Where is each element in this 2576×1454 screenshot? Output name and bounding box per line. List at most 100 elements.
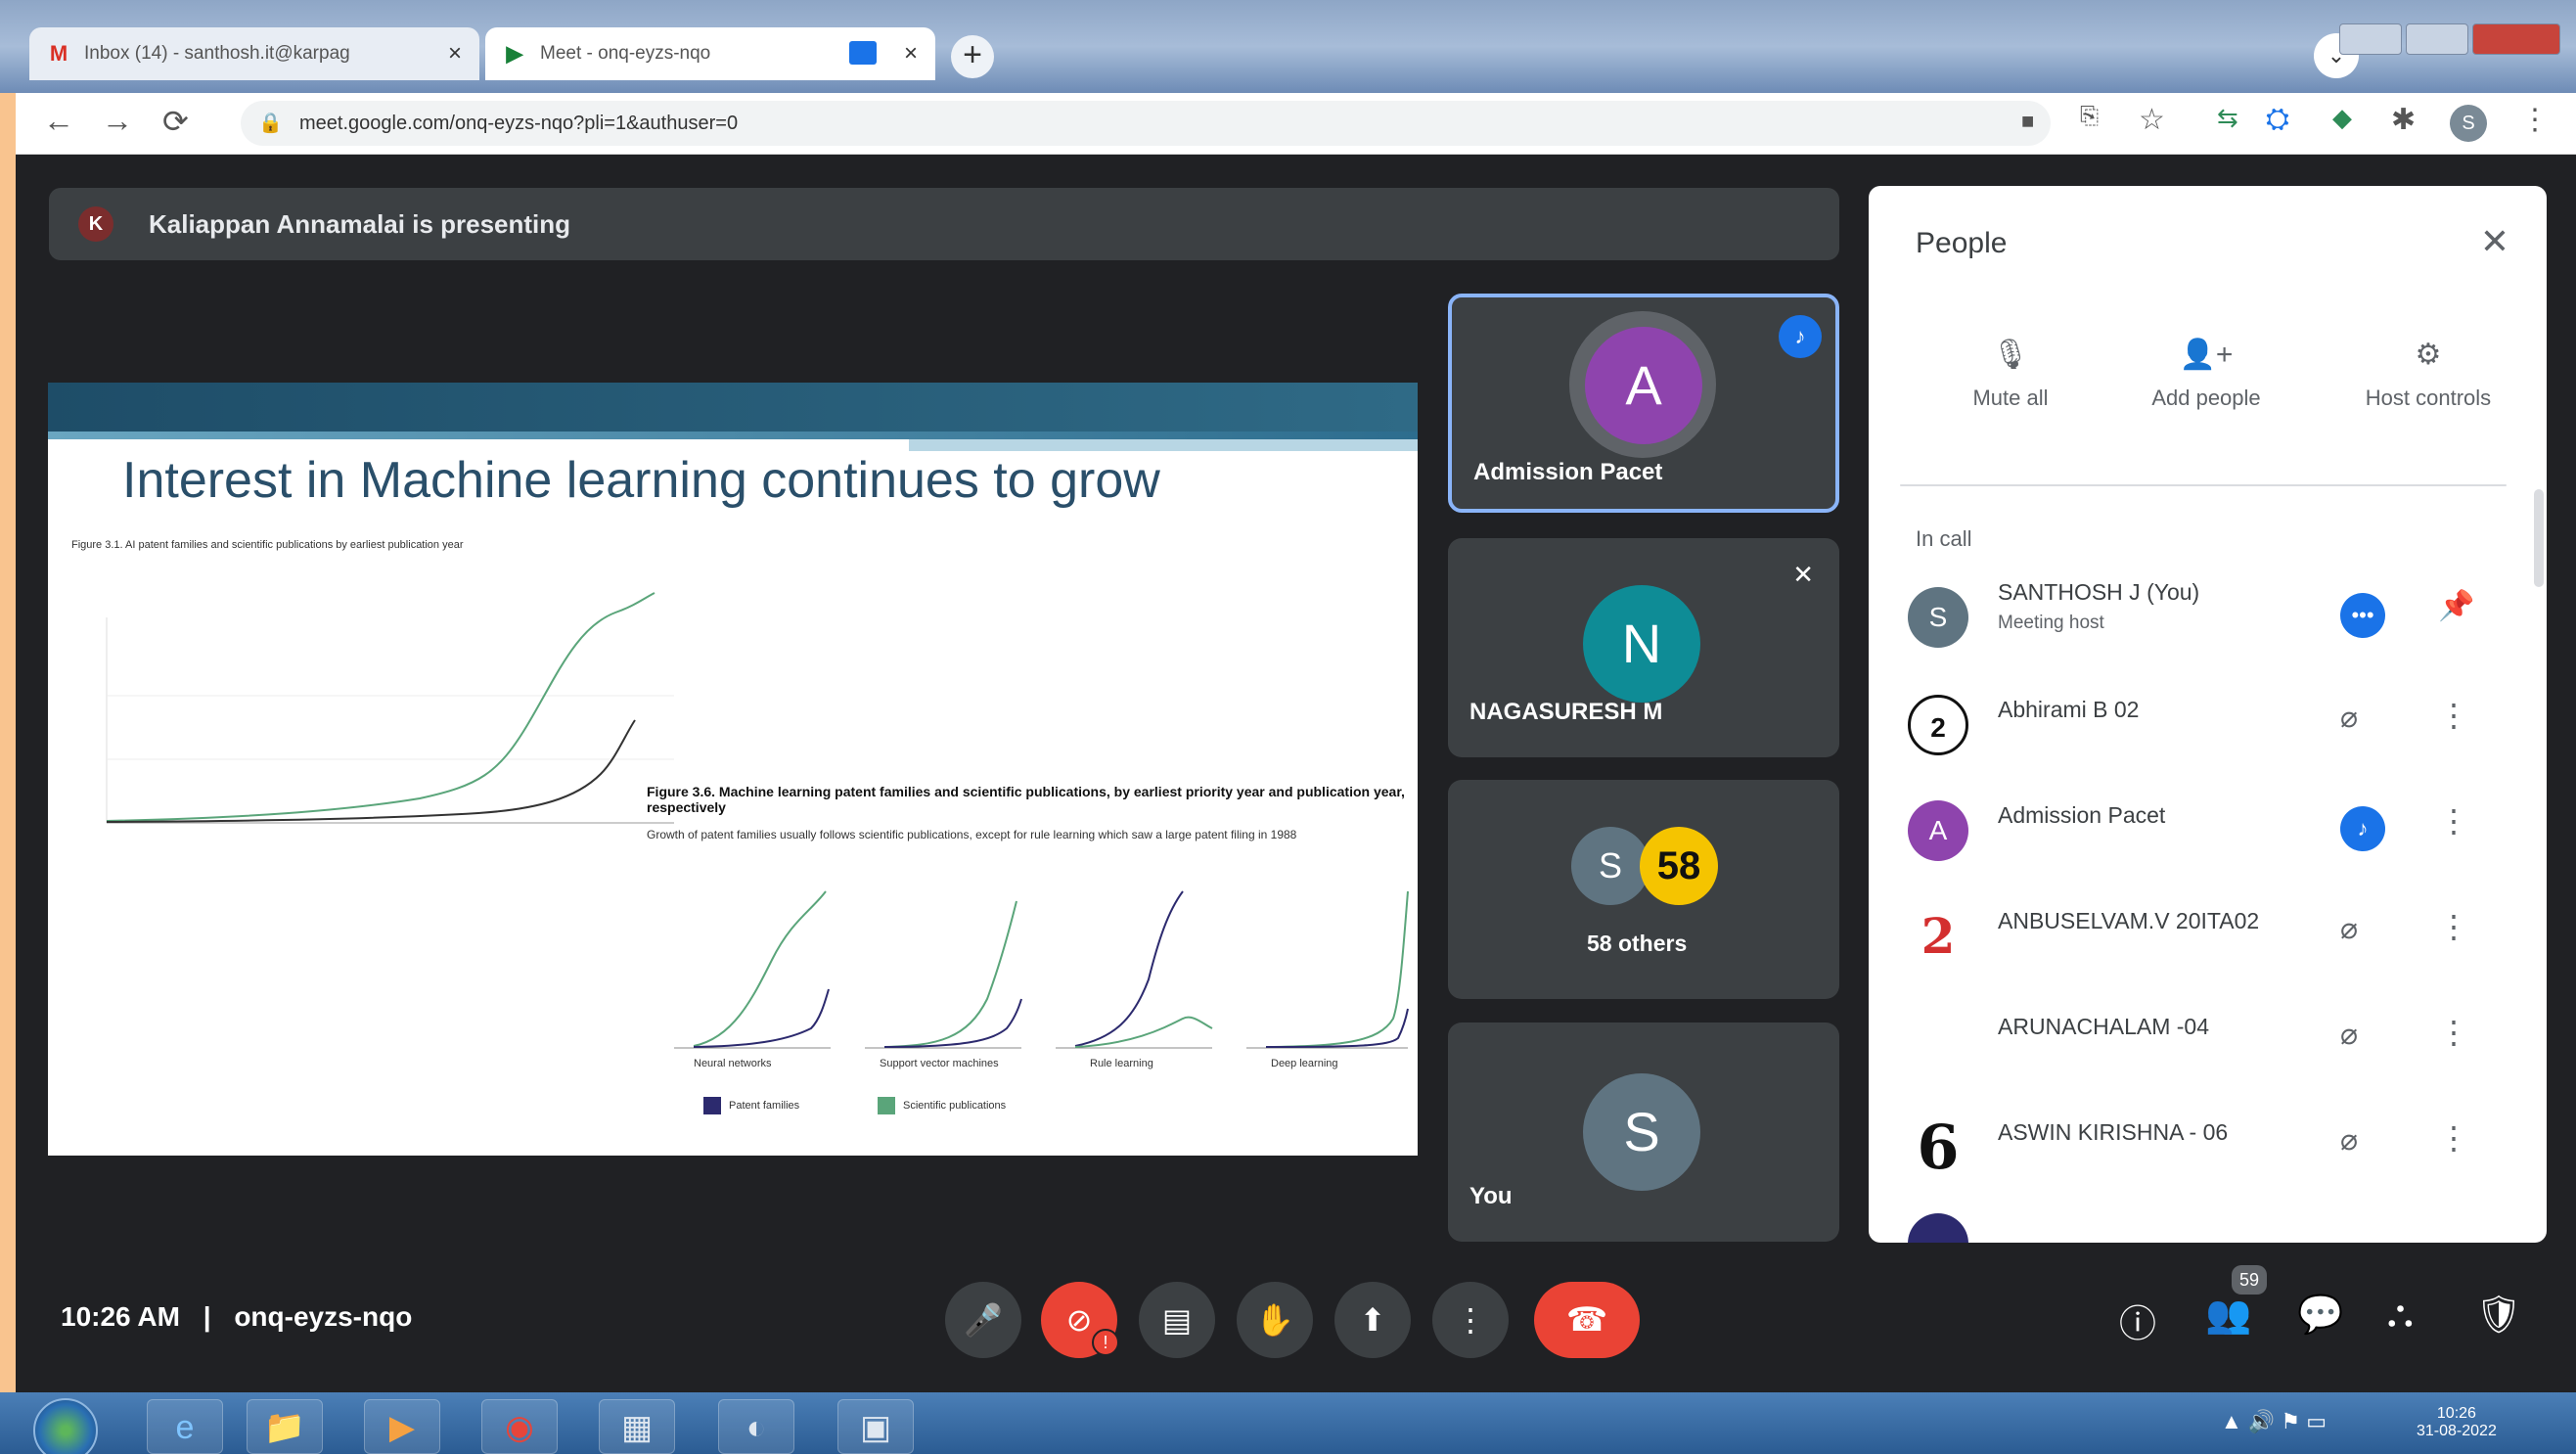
- kebab-menu-icon[interactable]: ⋮: [2520, 103, 2550, 137]
- taskbar-date: 31-08-2022: [2417, 1423, 2497, 1439]
- forward-icon[interactable]: →: [102, 103, 133, 139]
- tab-meet-label: Meet - onq-eyzs-nqo: [540, 43, 711, 64]
- legend-swatch-publications: [878, 1097, 895, 1114]
- panel-divider: [1900, 484, 2507, 486]
- right-figure-title: Figure 3.6. Machine learning patent fami…: [647, 784, 1405, 815]
- participant-row[interactable]: A Admission Pacet ♪ ⋮: [1869, 781, 2547, 879]
- participant-row[interactable]: S SANTHOSH J (You) Meeting host ••• 📌: [1869, 568, 2547, 665]
- others-label: 58 others: [1587, 931, 1688, 956]
- presenting-label: Kaliappan Annamalai is presenting: [149, 209, 571, 239]
- file-explorer-icon[interactable]: 📁: [247, 1399, 323, 1454]
- participant-name: ANBUSELVAM.V 20ITA02: [1998, 908, 2260, 933]
- minimize-button[interactable]: [2339, 23, 2402, 55]
- taskbar-clock[interactable]: 10:26 31-08-2022: [2417, 1405, 2497, 1440]
- subchart-label: Support vector machines: [880, 1058, 999, 1069]
- people-icon[interactable]: 👥: [2205, 1294, 2251, 1337]
- more-options-icon[interactable]: ⋮: [2438, 1014, 2469, 1051]
- slide-title: Interest in Machine learning continues t…: [122, 452, 1160, 509]
- profile-avatar[interactable]: S: [2450, 105, 2487, 142]
- mic-off-icon: ✕: [1792, 560, 1814, 589]
- participant-name: ASWIN KIRISHNA - 06: [1998, 1119, 2229, 1145]
- add-people-label: Add people: [2151, 386, 2261, 410]
- window-close-button[interactable]: [2472, 23, 2560, 55]
- more-options-button[interactable]: ⋮: [1432, 1282, 1509, 1358]
- avatar: S: [1583, 1073, 1700, 1191]
- extension-icon[interactable]: ⇆: [2217, 103, 2238, 133]
- mic-off-icon: ⌀: [2340, 913, 2359, 945]
- in-call-heading: In call: [1916, 526, 1972, 551]
- captions-button[interactable]: ▤: [1139, 1282, 1215, 1358]
- avatar: A: [1585, 327, 1702, 444]
- more-dots-icon[interactable]: •••: [2340, 593, 2385, 638]
- leave-call-button[interactable]: ☎: [1534, 1282, 1640, 1358]
- media-player-icon[interactable]: ▶: [364, 1399, 440, 1454]
- add-people-button[interactable]: 👤+ Add people: [2113, 338, 2299, 411]
- host-controls-button[interactable]: ⚙ Host controls: [2321, 338, 2536, 411]
- star-icon[interactable]: ☆: [2139, 103, 2165, 137]
- host-lock-icon[interactable]: 🛡: [2475, 1294, 2522, 1337]
- mic-off-icon: ⌀: [2340, 1124, 2359, 1157]
- app-icon[interactable]: ◐: [718, 1399, 794, 1454]
- participant-row[interactable]: 6 ASWIN KIRISHNA - 06 ⌀ ⋮: [1869, 1098, 2547, 1196]
- microphone-button[interactable]: 🎤: [945, 1282, 1021, 1358]
- share-icon[interactable]: ⎘: [2080, 103, 2099, 130]
- internet-explorer-icon[interactable]: e: [147, 1399, 223, 1454]
- participant-name: You: [1469, 1183, 1513, 1209]
- avatar: S: [1571, 827, 1650, 905]
- shared-slide: Interest in Machine learning continues t…: [48, 383, 1418, 1156]
- back-icon[interactable]: ←: [43, 103, 74, 139]
- translate-icon[interactable]: ◆: [2332, 103, 2352, 133]
- more-options-icon[interactable]: ⋮: [2438, 802, 2469, 840]
- more-options-icon[interactable]: ⋮: [2438, 1119, 2469, 1157]
- participant-tile-you[interactable]: S You: [1448, 1022, 1839, 1242]
- screen-share-indicator-icon: [849, 41, 877, 65]
- activities-icon[interactable]: ⛬: [2387, 1294, 2414, 1336]
- chrome-icon[interactable]: ◉: [481, 1399, 558, 1454]
- camera-off-button[interactable]: ⊘ !: [1041, 1282, 1119, 1358]
- participant-tile-admission[interactable]: A ♪ Admission Pacet: [1448, 294, 1839, 513]
- participant-row[interactable]: 2 ANBUSELVAM.V 20ITA02 ⌀ ⋮: [1869, 886, 2547, 984]
- details-separator: |: [203, 1301, 211, 1332]
- subchart-label: Deep learning: [1271, 1058, 1338, 1069]
- participant-tile-nagasuresh[interactable]: N ✕ NAGASURESH M: [1448, 538, 1839, 757]
- subchart-neural-networks: [674, 890, 831, 1049]
- pin-icon[interactable]: 📌: [2438, 589, 2474, 623]
- meet-icon: ▶: [506, 41, 523, 66]
- calculator-icon[interactable]: ▦: [599, 1399, 675, 1454]
- avatar: [1908, 1213, 1968, 1243]
- reload-icon[interactable]: ⟳: [162, 103, 189, 140]
- new-tab-button[interactable]: +: [951, 35, 994, 78]
- chat-icon[interactable]: 💬: [2297, 1294, 2343, 1337]
- lock-icon[interactable]: 🔒: [258, 111, 283, 135]
- close-icon[interactable]: ✕: [2480, 221, 2509, 262]
- participant-row[interactable]: 2 Abhirami B 02 ⌀ ⋮: [1869, 675, 2547, 773]
- left-figure-chart: [106, 592, 674, 824]
- tab-meet[interactable]: ▶ Meet - onq-eyzs-nqo ×: [485, 27, 935, 80]
- puzzle-icon[interactable]: ✱: [2391, 103, 2416, 137]
- document-icon[interactable]: ▣: [837, 1399, 914, 1454]
- maximize-button[interactable]: [2406, 23, 2468, 55]
- more-options-icon[interactable]: ⋮: [2438, 697, 2469, 734]
- participant-row[interactable]: ARUNACHALAM -04 ⌀ ⋮: [1869, 992, 2547, 1090]
- raise-hand-button[interactable]: ✋: [1237, 1282, 1313, 1358]
- close-icon[interactable]: ×: [904, 40, 918, 68]
- start-button[interactable]: [33, 1398, 98, 1454]
- meet-extension-icon[interactable]: ⛭: [2266, 103, 2289, 136]
- participant-tile-others[interactable]: S 58 58 others: [1448, 780, 1839, 999]
- present-button[interactable]: ⬆: [1334, 1282, 1411, 1358]
- people-list-scrollbar[interactable]: [2534, 489, 2544, 587]
- more-options-icon[interactable]: ⋮: [2438, 908, 2469, 945]
- avatar: [1908, 1012, 1968, 1072]
- close-icon[interactable]: ×: [448, 40, 462, 68]
- others-count-avatar: 58: [1640, 827, 1718, 905]
- info-icon[interactable]: ⓘ: [2119, 1294, 2156, 1347]
- tab-gmail[interactable]: M Inbox (14) - santhosh.it@karpag ×: [29, 27, 479, 80]
- url-field[interactable]: meet.google.com/onq-eyzs-nqo?pli=1&authu…: [241, 101, 2051, 146]
- camera-icon[interactable]: ■: [2021, 109, 2034, 134]
- people-panel: People ✕ 🎙 Mute all 👤+ Add people ⚙ Host…: [1869, 186, 2547, 1243]
- gmail-icon: M: [49, 41, 68, 66]
- presenting-banner: K Kaliappan Annamalai is presenting: [49, 188, 1839, 260]
- mute-all-button[interactable]: 🎙 Mute all: [1918, 338, 2103, 411]
- system-tray[interactable]: ▲ 🔊 ⚑ ▭: [2221, 1409, 2327, 1434]
- subchart-label: Neural networks: [694, 1058, 772, 1069]
